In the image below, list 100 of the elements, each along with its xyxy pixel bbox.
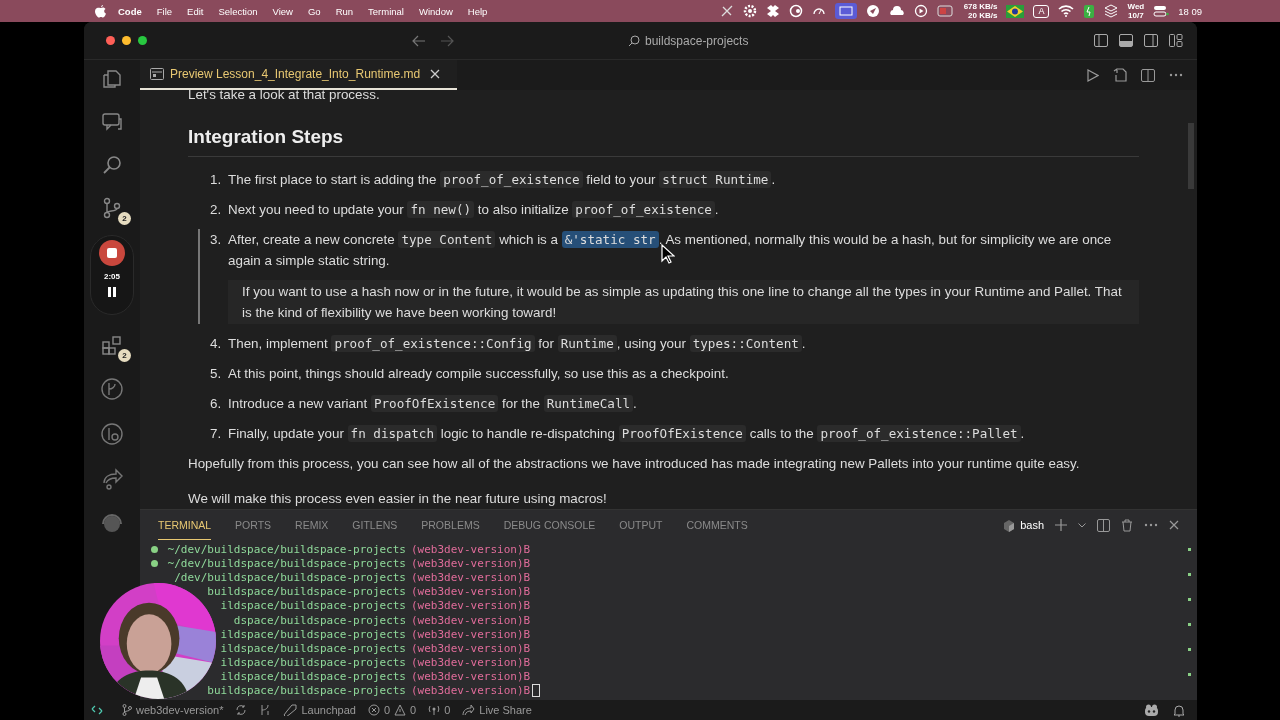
share-icon[interactable] [100,467,124,491]
preview-icon [150,68,164,80]
terminal-branch: (web3dev-version)B [411,556,531,570]
wifi-icon[interactable] [1058,5,1075,17]
live-share-status[interactable]: Live Share [462,704,532,716]
sync-icon[interactable] [235,704,248,716]
battery-icon[interactable] [936,5,955,17]
panel-tab[interactable]: COMMENTS [686,510,748,540]
list-number: 1. [210,171,223,189]
menu-item[interactable]: Run [335,5,354,17]
branch-icon [122,704,132,716]
secondary-sidebar-icon[interactable] [1144,34,1158,47]
search-field[interactable]: buildspace-projects [628,33,749,48]
pause-icon[interactable] [108,287,116,297]
panel-tab[interactable]: PROBLEMS [421,510,480,540]
zoom-button[interactable] [138,36,147,45]
list-item-text: Next you need to update your fn new() to also initialize proof_of_existence . [228,200,720,220]
menu-item[interactable]: Terminal [368,5,404,17]
panel-tab[interactable]: DEBUG CONSOLE [503,510,596,540]
network-speed: 678 KB/s 20 KB/s [963,2,998,20]
panel-tab[interactable]: OUTPUT [619,510,663,540]
branch-search-icon[interactable] [100,422,124,446]
close-button[interactable] [106,36,115,45]
screen-icon[interactable] [834,3,857,19]
files-icon[interactable] [101,68,123,90]
layers-icon[interactable] [1104,4,1119,18]
branch-status[interactable]: web3dev-version* [122,704,224,716]
paragraph: Let's take a look at that process. [188,90,381,103]
mouse-pointer-icon [661,244,675,264]
search-icon [628,34,640,47]
search-icon[interactable] [101,154,123,176]
close-icon[interactable] [430,69,441,79]
clock[interactable]: 18 09 [1178,5,1202,17]
paragraph: We will make this process even easier in the near future using macros! [188,490,608,508]
more-icon[interactable] [1144,523,1158,527]
panel-tab[interactable]: GITLENS [352,510,398,540]
ports-status[interactable]: 0 [428,704,451,716]
minimize-button[interactable] [122,36,131,45]
menu-item[interactable]: Selection [218,5,258,17]
split-editor-icon[interactable] [1141,68,1155,82]
battery-icon[interactable] [1083,3,1096,19]
menu-item[interactable]: View [272,5,293,17]
chat-icon[interactable] [101,111,123,133]
more-icon[interactable] [1169,73,1183,77]
terminal-path: buildspace/buildspace-projects [207,585,406,599]
terminal-branch: (web3dev-version)B [411,599,531,613]
toggle-icon[interactable] [1153,5,1170,17]
panel-tab[interactable]: TERMINAL [158,510,212,540]
panel-toggle-icon[interactable] [1119,34,1133,47]
list-item-text: Finally, update your fn dispatch logic to handle re-dispatching ProofOfExistence calls to the proof_of_existence::Pallet . [228,424,1026,444]
terminal-selector[interactable]: bash [1003,518,1044,532]
cloud-icon[interactable] [888,4,905,18]
menu-item[interactable]: Window [419,5,453,17]
panel-tab[interactable]: REMIX [295,510,329,540]
trash-icon[interactable] [1121,518,1133,532]
menu-item[interactable]: Go [307,5,321,17]
text-cursor [532,684,541,698]
menu-item[interactable]: File [156,5,173,17]
launchpad-status[interactable]: Launchpad [283,704,356,716]
play-circle-icon[interactable] [913,4,928,18]
input-source-indicator[interactable]: A [1033,4,1050,18]
extensions-icon[interactable] [101,334,123,356]
gear-icon[interactable] [742,4,757,18]
stop-recording-button[interactable] [99,240,125,266]
bell-icon[interactable] [1173,703,1185,717]
location-icon[interactable] [865,4,880,18]
terminal-path: ildspace/buildspace-projects [220,627,406,641]
branch-circle-icon[interactable] [100,377,124,401]
chevron-down-icon[interactable] [1078,522,1086,528]
terminal-path: ildspace/buildspace-projects [220,641,406,655]
list-number: 6. [210,395,223,413]
section-heading: Integration Steps [188,126,1139,157]
app-menu[interactable]: Code [118,5,142,17]
problems-status[interactable]: 0 0 [367,704,417,716]
close-icon[interactable] [1169,520,1179,530]
play-icon[interactable] [1087,68,1099,82]
scrollbar[interactable] [1188,123,1194,189]
split-terminal-icon[interactable] [1097,518,1110,532]
plus-icon[interactable] [1055,519,1067,531]
blockquote: If you want to use a hash now or in the future, it would be as simple as updating this one line to change all the types in your Runtime and Pallet. That is the kind of flexibility we have been working toward! [228,280,1139,324]
graph-icon[interactable] [259,704,272,716]
copilot-icon[interactable] [1144,703,1159,717]
flag-icon[interactable] [1006,4,1025,18]
terminal-branch: (web3dev-version)B [411,570,531,584]
list-item-text: Then, implement proof_of_existence::Config for Runtime , using your types::Content . [228,334,807,354]
layout-icon[interactable] [1169,34,1183,47]
back-arrow-icon[interactable] [412,34,426,47]
circle-icon[interactable] [788,4,803,18]
warning-icon [394,704,406,716]
open-source-icon[interactable] [1113,68,1127,82]
source-control-icon[interactable] [101,197,123,219]
sidebar-toggle-icon[interactable] [1094,34,1108,47]
apple-icon[interactable] [95,4,106,18]
panel-tab[interactable]: PORTS [235,510,272,540]
editor-tab[interactable]: Preview Lesson_4_Integrate_Into_Runtime.md [140,60,457,90]
list-item-text: Introduce a new variant ProofOfExistence for the RuntimeCall . [228,394,638,414]
menu-item[interactable]: Edit [187,5,204,17]
list-item-text: At this point, things should already compile successfully, so use this as a checkpoint. [228,365,730,383]
menu-item[interactable]: Help [467,5,488,17]
paragraph: Hopefully from this process, you can see how all of the abstractions we have introduced has made integrating new Pallets into your runtime quite easy. [188,455,1081,473]
